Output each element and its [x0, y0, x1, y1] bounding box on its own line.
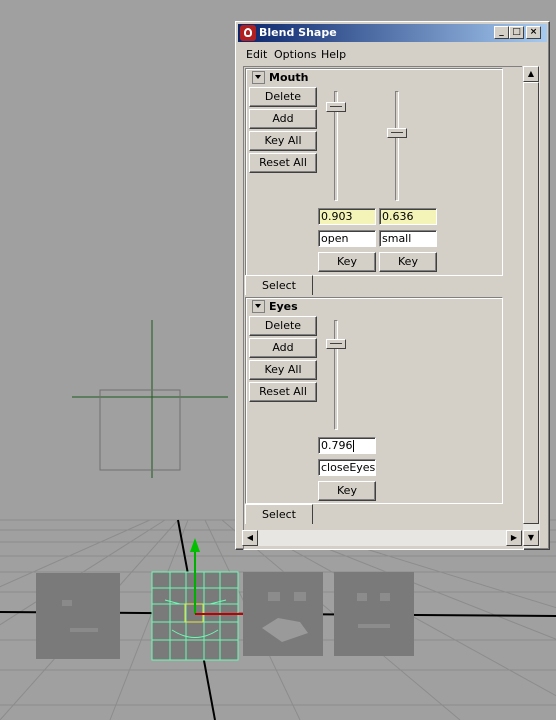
slider-thumb[interactable] [387, 128, 407, 138]
section-header-mouth: Mouth [252, 70, 309, 85]
section-title: Eyes [269, 300, 298, 313]
window-title: Blend Shape [259, 26, 337, 39]
weight-slider-closeEyes[interactable] [326, 320, 346, 430]
weight-value-closeEyes[interactable]: 0.796 [318, 437, 376, 454]
close-button[interactable]: × [526, 26, 541, 39]
scroll-up-icon[interactable]: ▲ [523, 66, 539, 82]
key-all-button[interactable]: Key All [249, 131, 317, 151]
blend-shape-panel: Mouth Delete Add Key All Reset All 0.903… [243, 66, 524, 550]
title-bar[interactable]: Blend Shape _ □ × [238, 24, 547, 42]
maximize-button[interactable]: □ [509, 26, 524, 39]
target-mesh-closeEyes[interactable] [334, 572, 414, 656]
key-all-button[interactable]: Key All [249, 360, 317, 380]
target-mesh-base[interactable] [36, 573, 120, 659]
reset-all-button[interactable]: Reset All [249, 153, 317, 173]
slider-thumb[interactable] [326, 339, 346, 349]
weight-slider-open[interactable] [326, 91, 346, 201]
target-name-closeEyes[interactable]: closeEyes [318, 459, 376, 476]
collapse-arrow-icon[interactable] [252, 70, 265, 84]
slider-thumb[interactable] [326, 102, 346, 112]
slider-track [334, 320, 338, 430]
slider-track [395, 91, 399, 201]
menu-edit[interactable]: Edit [246, 48, 267, 61]
key-button-closeEyes[interactable]: Key [318, 481, 376, 501]
scroll-right-icon[interactable]: ▶ [506, 530, 522, 546]
weight-value-small[interactable]: 0.636 [379, 208, 437, 225]
weight-slider-small[interactable] [387, 91, 407, 201]
add-button[interactable]: Add [249, 338, 317, 358]
minimize-button[interactable]: _ [494, 26, 509, 39]
menu-help[interactable]: Help [321, 48, 346, 61]
target-name-open[interactable]: open [318, 230, 376, 247]
vertical-scrollbar[interactable]: ▲ ▼ [522, 66, 540, 548]
scroll-thumb[interactable] [523, 82, 539, 524]
delete-button[interactable]: Delete [249, 316, 317, 336]
maya-icon [240, 25, 256, 41]
target-mesh-open[interactable] [243, 572, 323, 656]
menu-bar: Edit Options Help [238, 44, 547, 62]
section-header-eyes: Eyes [252, 299, 298, 314]
key-button-small[interactable]: Key [379, 252, 437, 272]
weight-value-open[interactable]: 0.903 [318, 208, 376, 225]
scroll-down-icon[interactable]: ▼ [523, 530, 539, 546]
target-name-small[interactable]: small [379, 230, 437, 247]
menu-options[interactable]: Options [274, 48, 316, 61]
reset-all-button[interactable]: Reset All [249, 382, 317, 402]
text-caret [352, 440, 354, 452]
blend-shape-window[interactable]: Blend Shape _ □ × Edit Options Help Mout… [235, 21, 550, 550]
section-mouth: Mouth Delete Add Key All Reset All 0.903… [245, 68, 503, 276]
key-button-open[interactable]: Key [318, 252, 376, 272]
select-button-eyes[interactable]: Select [245, 504, 313, 524]
collapse-arrow-icon[interactable] [252, 299, 265, 313]
weight-value-text: 0.796 [321, 439, 353, 452]
delete-button[interactable]: Delete [249, 87, 317, 107]
horizontal-scrollbar[interactable]: ◀ ▶ [242, 530, 522, 546]
section-title: Mouth [269, 71, 309, 84]
select-button-mouth[interactable]: Select [245, 275, 313, 295]
add-button[interactable]: Add [249, 109, 317, 129]
locator-cross[interactable] [72, 320, 228, 478]
scroll-left-icon[interactable]: ◀ [242, 530, 258, 546]
section-eyes: Eyes Delete Add Key All Reset All 0.796 … [245, 297, 503, 504]
